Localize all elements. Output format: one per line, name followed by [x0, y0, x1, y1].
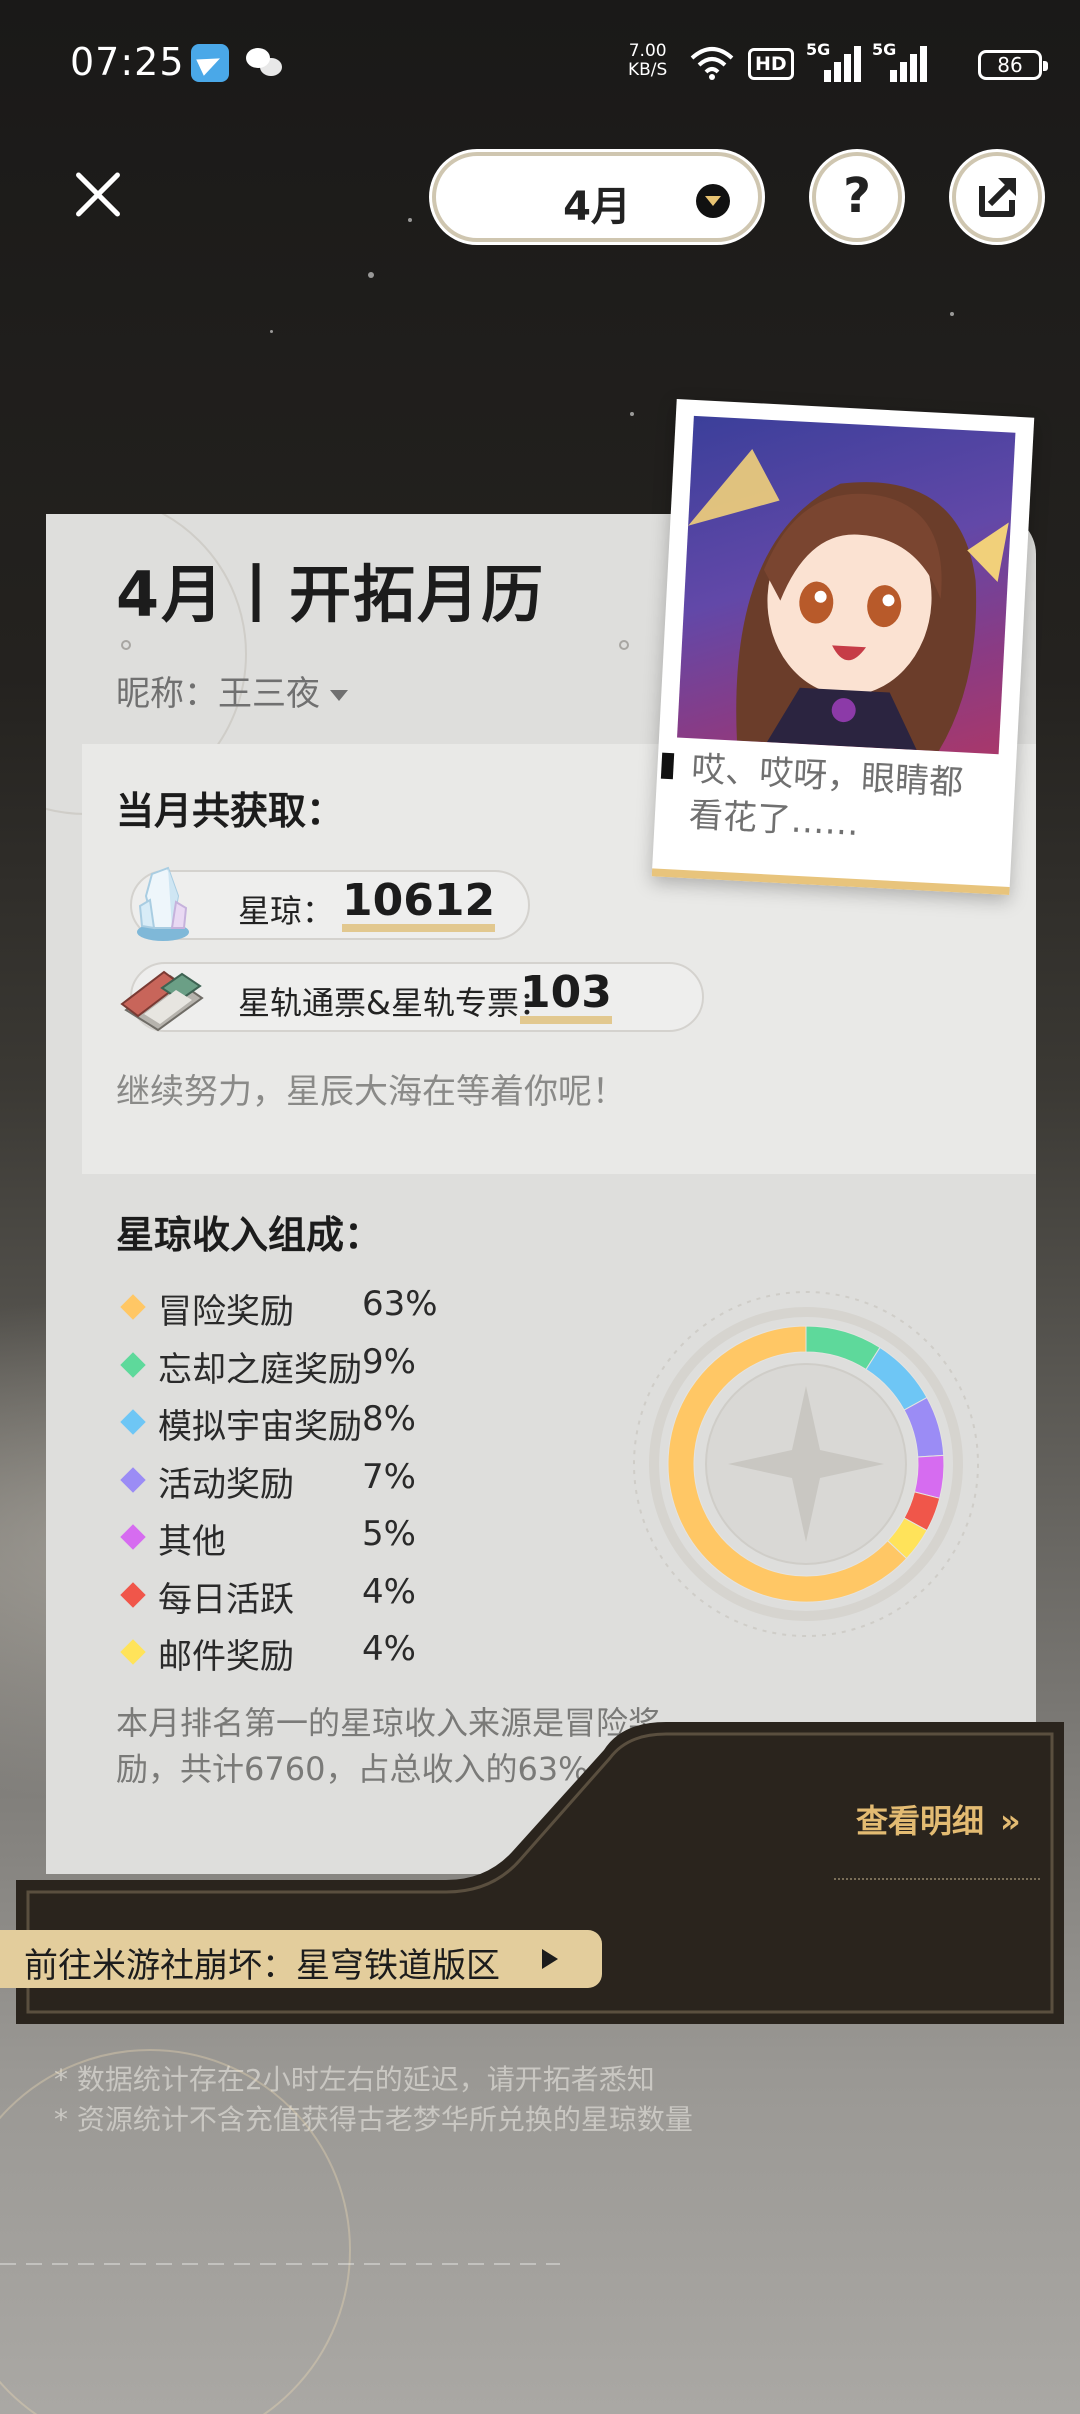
telegram-icon — [191, 44, 229, 82]
encouragement-text: 继续努力，星辰大海在等着你呢！ — [116, 1072, 626, 1112]
card-title: 4月丨开拓月历 — [116, 558, 546, 631]
double-chevron-right-icon: » — [1000, 1802, 1021, 1840]
signal-icon-1: 5G — [806, 40, 861, 82]
legend-swatch — [120, 1294, 146, 1320]
star-rail-pass-value: 103 — [520, 970, 612, 1024]
status-time: 07:25 — [70, 40, 185, 84]
legend-label: 每日活跃 — [158, 1579, 294, 1620]
title-divider — [120, 640, 630, 650]
stellar-jade-total: 星琼： 10612 — [130, 866, 530, 941]
summary-heading: 当月共获取： — [116, 789, 345, 833]
caret-down-icon — [330, 690, 348, 701]
chevron-down-icon — [696, 184, 730, 218]
legend-swatch — [120, 1581, 146, 1608]
signal-icon-2: 5G — [872, 40, 927, 82]
legend-item: 忘却之庭奖励 9% — [118, 1338, 538, 1396]
donut-slice — [903, 1396, 945, 1458]
help-button[interactable]: ? — [812, 152, 902, 242]
donut-slice — [913, 1454, 945, 1499]
legend-percent: 4% — [362, 1629, 416, 1669]
share-button[interactable] — [952, 152, 1042, 242]
background-orbit-lines — [0, 2049, 560, 2414]
stellar-jade-value: 10612 — [342, 878, 496, 932]
status-bar: 07:25 7.00 KB/S HD 5G 5G 86 — [0, 0, 1080, 130]
legend-percent: 63% — [362, 1284, 438, 1324]
character-polaroid: 哎、哎呀，眼睛都看花了…… — [651, 398, 1035, 896]
nickname-text: 昵称：王三夜 — [116, 674, 320, 714]
star-rail-pass-icon — [120, 970, 204, 1032]
legend-item: 活动奖励 7% — [118, 1453, 538, 1511]
network-speed-value: 7.00 — [628, 41, 667, 61]
character-speech: 哎、哎呀，眼睛都看花了…… — [687, 749, 965, 845]
community-link-label: 前往米游社崩坏：星穹铁道版区 — [24, 1946, 500, 1986]
character-portrait — [677, 415, 1016, 755]
network-speed: 7.00 KB/S — [628, 42, 667, 80]
speech-marker — [660, 752, 675, 780]
view-details-label: 查看明细 — [856, 1802, 985, 1840]
hd-badge: HD — [748, 48, 794, 80]
legend-label: 模拟宇宙奖励 — [158, 1407, 362, 1447]
legend-percent: 4% — [362, 1571, 416, 1612]
share-icon — [979, 177, 1017, 217]
legend-swatch — [120, 1639, 146, 1665]
help-icon: ? — [843, 168, 871, 224]
breakdown-heading: 星琼收入组成： — [116, 1213, 383, 1257]
legend-item: 冒险奖励 63% — [118, 1280, 538, 1338]
legend-percent: 7% — [362, 1456, 416, 1497]
detail-divider — [834, 1878, 1040, 1880]
income-legend: 冒险奖励 63% 忘却之庭奖励 9% 模拟宇宙奖励 8% 活动奖励 7% 其他 5% 每日活跃 4% 邮… — [118, 1280, 538, 1683]
signal-label-1: 5G — [806, 40, 831, 59]
month-selector[interactable]: 4月 — [432, 152, 762, 242]
donut-slice — [805, 1325, 881, 1371]
legend-label: 其他 — [158, 1522, 226, 1562]
legend-percent: 8% — [362, 1399, 416, 1439]
wechat-icon — [246, 44, 284, 82]
network-speed-unit: KB/S — [628, 60, 668, 80]
play-arrow-icon — [542, 1949, 558, 1969]
stellar-jade-label: 星琼： — [238, 892, 335, 930]
community-link-button[interactable]: 前往米游社崩坏：星穹铁道版区 — [0, 1930, 602, 1988]
legend-item: 每日活跃 4% — [118, 1568, 538, 1626]
wifi-icon — [690, 47, 734, 80]
legend-label: 冒险奖励 — [158, 1292, 294, 1332]
star-rail-pass-label: 星轨通票&星轨专票： — [238, 984, 551, 1022]
signal-label-2: 5G — [872, 40, 897, 59]
legend-item: 模拟宇宙奖励 8% — [118, 1395, 538, 1453]
legend-label: 邮件奖励 — [158, 1637, 294, 1677]
nickname-selector[interactable]: 昵称：王三夜 — [116, 666, 348, 715]
battery-icon: 86 — [978, 50, 1048, 80]
stellar-jade-icon — [137, 866, 189, 941]
legend-swatch — [120, 1524, 146, 1550]
character-portrait-illustration — [688, 448, 1009, 752]
legend-label: 忘却之庭奖励 — [158, 1349, 362, 1390]
income-donut-chart — [633, 1291, 979, 1637]
close-button[interactable] — [68, 166, 126, 224]
legend-percent: 5% — [362, 1514, 416, 1554]
legend-swatch — [120, 1466, 146, 1493]
legend-swatch — [120, 1351, 146, 1378]
legend-label: 活动奖励 — [158, 1464, 294, 1505]
legend-swatch — [120, 1409, 146, 1435]
view-details-link[interactable]: 查看明细 » — [856, 1796, 1021, 1842]
star-rail-pass-total: 星轨通票&星轨专票： 103 — [120, 962, 704, 1032]
legend-item: 邮件奖励 4% — [118, 1625, 538, 1683]
legend-item: 其他 5% — [118, 1510, 538, 1568]
legend-percent: 9% — [362, 1341, 416, 1382]
